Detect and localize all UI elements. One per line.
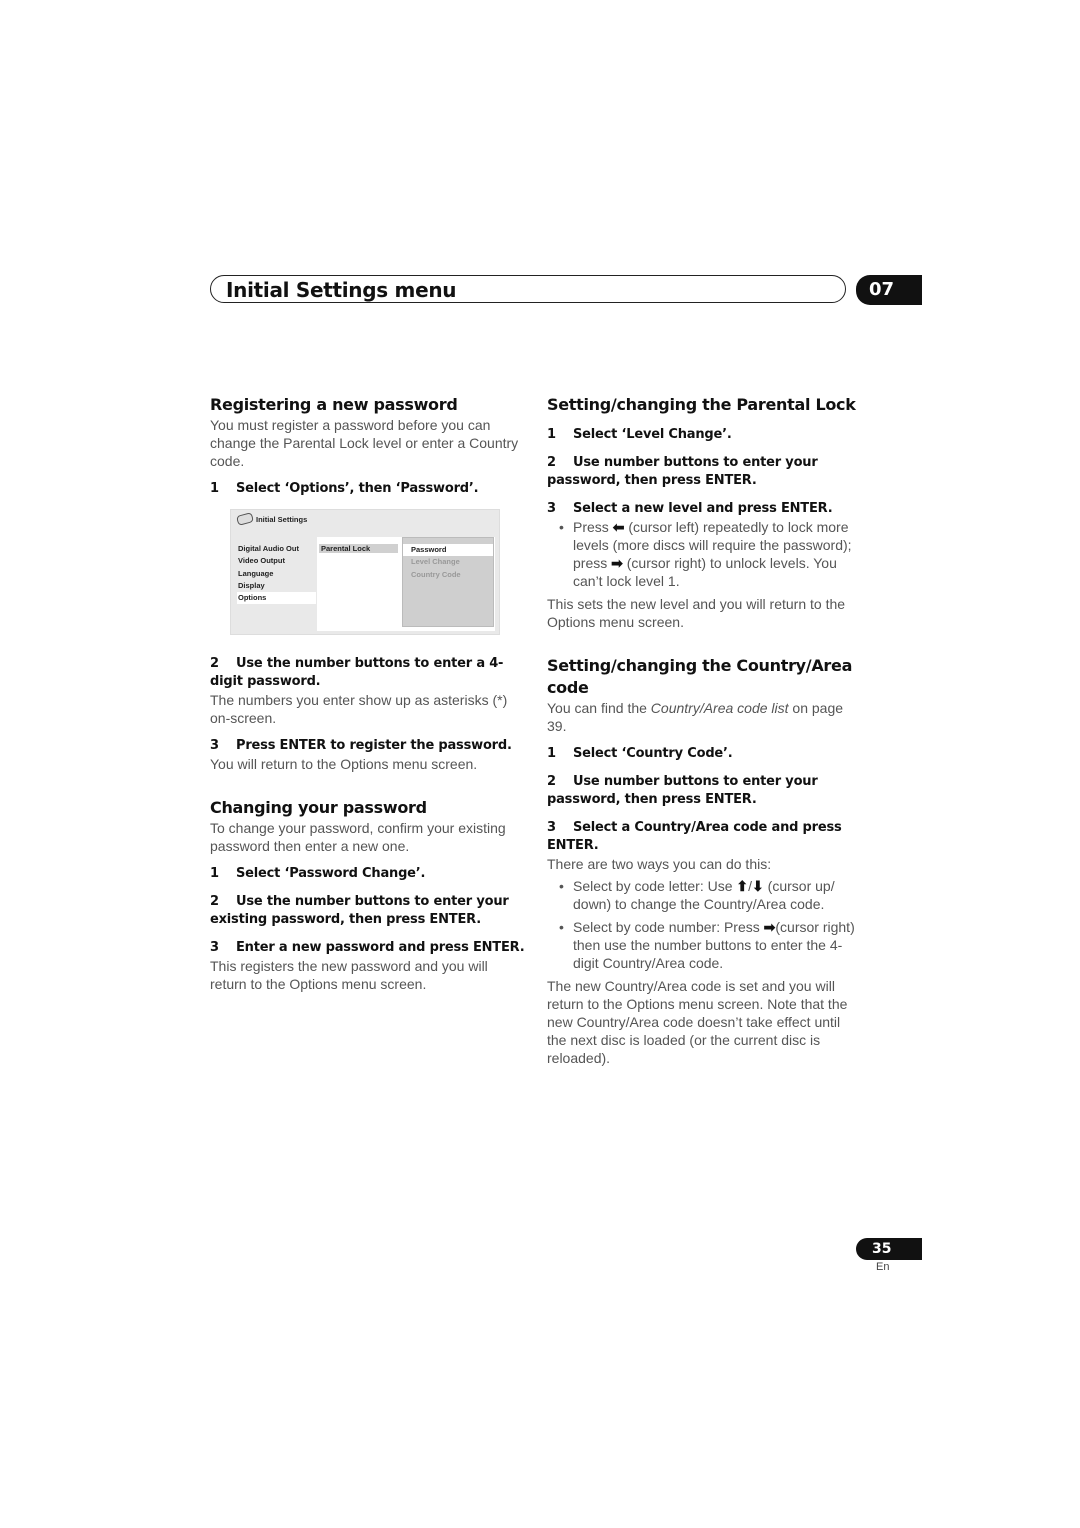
country-step-2: 2 Use number buttons to enter your passwo…	[547, 774, 818, 807]
osd-option-selected: Password	[403, 544, 493, 557]
register-step-2: 2 Use the number buttons to enter a 4-dig…	[210, 656, 504, 689]
bullet-item: Select by code letter: Use ⬆/⬇ (cursor u…	[559, 877, 863, 913]
parental-bullets: Press ⬅ (cursor left) repeatedly to lock…	[547, 518, 863, 590]
section-heading-country: Setting/changing the Country/Area code	[547, 656, 853, 697]
change-step-3-body: This registers the new password and you …	[210, 958, 488, 992]
section-heading-register: Registering a new password	[210, 395, 458, 414]
parental-step-2: 2 Use number buttons to enter your passwo…	[547, 455, 818, 488]
osd-screenshot: Initial Settings Digital Audio Out Video…	[230, 509, 500, 635]
language-label: En	[876, 1261, 890, 1273]
parental-step-3: 3 Select a new level and press ENTER.	[547, 501, 833, 516]
register-step-3: 3 Press ENTER to register the password.	[210, 738, 512, 753]
osd-menu-item: Display	[238, 580, 265, 590]
page-number: 35	[856, 1238, 922, 1260]
disc-icon	[235, 512, 255, 526]
osd-main-menu: Digital Audio Out Video Output Language …	[237, 543, 316, 605]
bullet-item: Press ⬅ (cursor left) repeatedly to lock…	[559, 518, 863, 590]
change-step-1: 1 Select ‘Password Change’.	[210, 866, 426, 881]
osd-menu-item: Video Output	[238, 556, 285, 566]
country-intro: You can find the Country/Area code list …	[547, 700, 844, 734]
osd-option: Level Change	[411, 557, 460, 567]
osd-submenu: Parental Lock	[317, 537, 401, 631]
page-title: Initial Settings menu	[226, 278, 457, 302]
country-step-1: 1 Select ‘Country Code’.	[547, 746, 733, 761]
osd-options-panel: Password Level Change Country Code	[401, 537, 495, 631]
arrow-up-icon: ⬆	[736, 878, 749, 894]
osd-menu-item-selected: Options	[237, 592, 316, 605]
section-heading-change: Changing your password	[210, 798, 427, 817]
parental-step-1: 1 Select ‘Level Change’.	[547, 427, 732, 442]
register-step-3-body: You will return to the Options menu scre…	[210, 756, 478, 772]
arrow-left-icon: ⬅	[612, 519, 625, 535]
left-column: Registering a new password You must regi…	[210, 394, 526, 993]
country-step-3: 3 Select a Country/Area code and press EN…	[547, 820, 842, 853]
arrow-down-icon: ⬇	[752, 878, 764, 894]
right-column: Setting/changing the Parental Lock 1 Sele…	[547, 394, 863, 1067]
osd-title: Initial Settings	[235, 512, 307, 526]
chapter-number: 07	[856, 275, 922, 305]
section-heading-parental: Setting/changing the Parental Lock	[547, 395, 856, 414]
osd-menu-item: Language	[238, 568, 274, 578]
country-bullets: Select by code letter: Use ⬆/⬇ (cursor u…	[547, 877, 863, 972]
osd-submenu-item: Parental Lock	[319, 544, 398, 553]
arrow-right-icon: ➡	[611, 555, 623, 571]
osd-option: Country Code	[411, 569, 461, 579]
register-step-1: 1 Select ‘Options’, then ‘Password’.	[210, 481, 479, 496]
country-outro: The new Country/Area code is set and you…	[547, 978, 848, 1066]
change-intro: To change your password, confirm your ex…	[210, 820, 506, 854]
country-step-3-body: There are two ways you can do this:	[547, 856, 772, 872]
register-step-2-body: The numbers you enter show up as asteris…	[210, 692, 508, 726]
register-intro: You must register a password before you …	[210, 417, 519, 469]
osd-menu-item: Digital Audio Out	[238, 544, 299, 553]
change-step-3: 3 Enter a new password and press ENTER.	[210, 940, 525, 955]
change-step-2: 2 Use the number buttons to enter your ex…	[210, 894, 509, 927]
parental-outro: This sets the new level and you will ret…	[547, 596, 846, 630]
arrow-right-icon: ➡	[763, 919, 776, 935]
country-code-list-reference: Country/Area code list	[650, 700, 789, 716]
bullet-item: Select by code number: Press ➡(cursor ri…	[559, 918, 863, 972]
